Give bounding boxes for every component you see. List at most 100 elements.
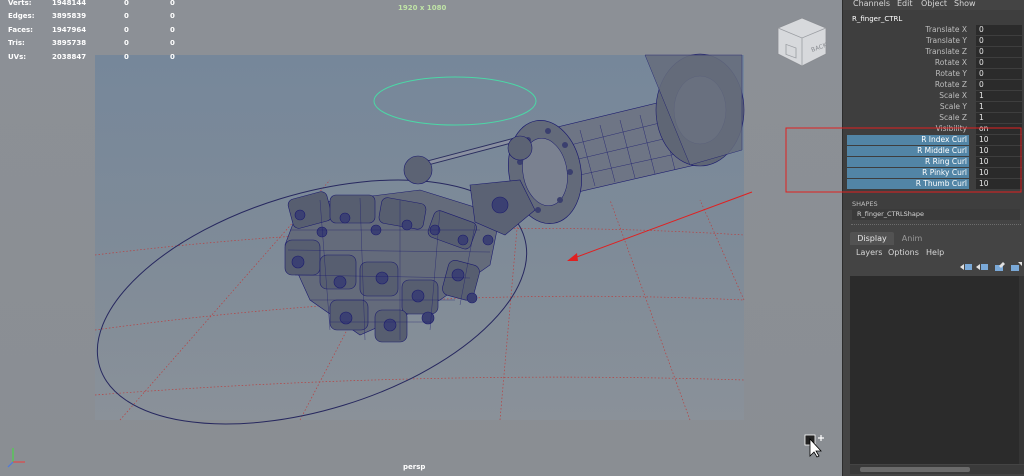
attr-row[interactable]: Visibility on <box>843 124 1024 135</box>
attr-name[interactable]: Scale Z <box>847 113 969 123</box>
menu-channels[interactable]: Channels <box>853 0 890 8</box>
attr-row[interactable]: Translate Z 0 <box>843 47 1024 58</box>
hud-label: Faces: <box>8 26 33 34</box>
ring-control-curve[interactable] <box>373 76 537 126</box>
attr-row-selected[interactable]: R Thumb Curl 10 <box>843 179 1024 190</box>
hud-label: Tris: <box>8 39 25 47</box>
hud-value: 0 <box>170 53 175 61</box>
attr-value[interactable]: 0 <box>976 58 1022 68</box>
attr-name[interactable]: Translate X <box>847 25 969 35</box>
attr-row-selected[interactable]: R Ring Curl 10 <box>843 157 1024 168</box>
hud-label: UVs: <box>8 53 27 61</box>
layer-list-vertical-scrollbar[interactable] <box>1019 276 1024 464</box>
tab-anim[interactable]: Anim <box>894 232 930 245</box>
attr-name[interactable]: R Ring Curl <box>847 157 969 167</box>
new-empty-layer-icon[interactable] <box>993 261 1007 272</box>
attr-row-selected[interactable]: R Pinky Curl 10 <box>843 168 1024 179</box>
annotation-arrow <box>567 191 753 261</box>
menu-show[interactable]: Show <box>954 0 976 8</box>
hud-label: Edges: <box>8 12 35 20</box>
attr-name[interactable]: Translate Y <box>847 36 969 46</box>
attr-value[interactable]: 0 <box>976 80 1022 90</box>
hud-value: 0 <box>124 39 129 47</box>
attr-row[interactable]: Rotate Y 0 <box>843 69 1024 80</box>
robot-hand-mesh[interactable] <box>284 179 536 343</box>
hud-value: 0 <box>124 12 129 20</box>
attr-value[interactable]: 10 <box>976 146 1022 156</box>
attr-row[interactable]: Rotate Z 0 <box>843 80 1024 91</box>
scrollbar-thumb[interactable] <box>860 467 970 472</box>
attr-value[interactable]: 10 <box>976 179 1022 189</box>
menu-object[interactable]: Object <box>921 0 947 8</box>
panel-splitter-handle[interactable] <box>851 224 1021 228</box>
viewcube-icon[interactable]: BACK <box>774 16 830 68</box>
attr-value[interactable]: 10 <box>976 168 1022 178</box>
attr-name[interactable]: Translate Z <box>847 47 969 57</box>
viewport-persp[interactable]: Verts: 1948144 0 0 Edges: 3895839 0 0 Fa… <box>0 0 842 476</box>
channel-box-menu-bar: Channels Edit Object Show <box>843 0 1024 10</box>
attr-value[interactable]: 1 <box>976 91 1022 101</box>
channel-box-panel: Channels Edit Object Show R_finger_CTRL … <box>842 0 1024 476</box>
menu-layers[interactable]: Layers <box>856 248 882 257</box>
attr-row-selected[interactable]: R Index Curl 10 <box>843 135 1024 146</box>
attr-value[interactable]: 0 <box>976 36 1022 46</box>
menu-options[interactable]: Options <box>888 248 919 257</box>
attr-row[interactable]: Scale X 1 <box>843 91 1024 102</box>
channel-box: R_finger_CTRL Translate X0 Translate Y0 … <box>843 10 1024 220</box>
attr-row[interactable]: Scale Y 1 <box>843 102 1024 113</box>
hud-value: 3895839 <box>52 12 87 20</box>
attr-name[interactable]: R Pinky Curl <box>847 168 969 178</box>
scene-canvas[interactable] <box>0 0 842 476</box>
attr-value[interactable]: 10 <box>976 135 1022 145</box>
layer-list[interactable] <box>850 276 1024 464</box>
axis-gizmo-icon <box>7 448 25 468</box>
hud-value: 3895738 <box>52 39 87 47</box>
hud-value: 0 <box>170 0 175 7</box>
attr-name[interactable]: Rotate Z <box>847 80 969 90</box>
move-layer-up-icon[interactable] <box>959 261 973 272</box>
attr-value[interactable]: 0 <box>976 47 1022 57</box>
hud-value: 0 <box>124 0 129 7</box>
menu-help[interactable]: Help <box>926 248 944 257</box>
object-name[interactable]: R_finger_CTRL <box>852 15 902 23</box>
resolution-label: 1920 x 1080 <box>398 4 447 12</box>
attr-name[interactable]: Rotate Y <box>847 69 969 79</box>
attr-name[interactable]: R Middle Curl <box>847 146 969 156</box>
attr-value[interactable]: on <box>976 124 1022 134</box>
attr-value[interactable]: 1 <box>976 113 1022 123</box>
shape-node-row[interactable]: R_finger_CTRLShape <box>852 209 1020 220</box>
attr-name[interactable]: Visibility <box>847 124 969 134</box>
hud-label: Verts: <box>8 0 32 7</box>
attr-name[interactable]: Scale Y <box>847 102 969 112</box>
attr-row[interactable]: Translate Y 0 <box>843 36 1024 47</box>
menu-edit[interactable]: Edit <box>897 0 913 8</box>
attr-row[interactable]: Translate X 0 <box>843 25 1024 36</box>
maya-window: Verts: 1948144 0 0 Edges: 3895839 0 0 Fa… <box>0 0 1024 476</box>
attr-value[interactable]: 0 <box>976 69 1022 79</box>
new-layer-from-selection-icon[interactable] <box>1009 261 1023 272</box>
layer-buttons <box>955 261 1023 273</box>
shape-node-name[interactable]: R_finger_CTRLShape <box>857 210 924 218</box>
attr-value[interactable]: 1 <box>976 102 1022 112</box>
attr-value[interactable]: 0 <box>976 25 1022 35</box>
hud-value: 1947964 <box>52 26 87 34</box>
hud-value: 2038847 <box>52 53 87 61</box>
hud-value: 0 <box>170 39 175 47</box>
layer-list-horizontal-scrollbar[interactable] <box>850 465 1024 474</box>
attr-name[interactable]: R Index Curl <box>847 135 969 145</box>
attr-value[interactable]: 10 <box>976 157 1022 167</box>
camera-name-label: persp <box>403 463 426 471</box>
hud-value: 1948144 <box>52 0 87 7</box>
hud-value: 0 <box>170 26 175 34</box>
tab-display[interactable]: Display <box>850 232 894 245</box>
attr-name[interactable]: Rotate X <box>847 58 969 68</box>
attr-row-selected[interactable]: R Middle Curl 10 <box>843 146 1024 157</box>
hud-value: 0 <box>170 12 175 20</box>
move-layer-down-icon[interactable] <box>975 261 989 272</box>
layer-editor: Display Anim Layers Options Help <box>843 232 1024 476</box>
attr-name[interactable]: R Thumb Curl <box>847 179 969 189</box>
attr-name[interactable]: Scale X <box>847 91 969 101</box>
selection-cursor-icon <box>804 434 824 458</box>
attr-row[interactable]: Scale Z 1 <box>843 113 1024 124</box>
attr-row[interactable]: Rotate X 0 <box>843 58 1024 69</box>
